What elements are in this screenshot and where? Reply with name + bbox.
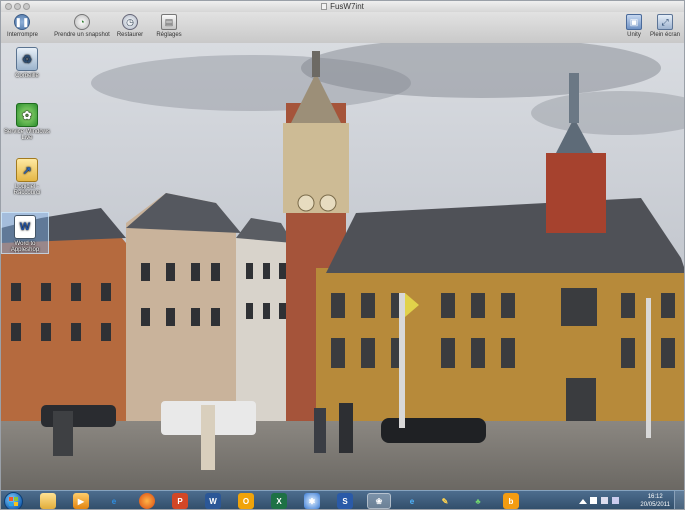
settings-icon: ▤ [161,14,177,30]
desktop-icon-shortcut[interactable]: ↗ Logiciel - Raccourci [4,158,50,196]
msn-icon[interactable]: ♣ [470,493,486,509]
show-desktop-button[interactable] [674,491,684,509]
clock[interactable]: 16:12 20/05/2011 [640,493,670,509]
restore-icon: ◷ [122,14,138,30]
vm-window: FusW7int ❚❚ Interrompre ◔ Prendre un sna… [0,0,685,510]
document-icon [321,3,328,10]
outlook-icon[interactable]: O [238,493,254,509]
interrompre-button[interactable]: ❚❚ Interrompre [7,14,38,38]
fullscreen-icon: ⤢ [657,14,673,30]
bing-icon[interactable]: b [503,493,519,509]
vm-toolbar: ❚❚ Interrompre ◔ Prendre un snapshot ◷ R… [1,12,684,44]
wallpaper-image [1,43,684,490]
restaurer-button[interactable]: ◷ Restaurer [115,14,145,38]
show-hidden-icons-icon[interactable] [579,499,587,504]
unity-icon: ▣ [626,14,642,30]
snapshot-icon: ◔ [74,14,90,30]
action-center-icon[interactable] [590,497,597,504]
taskbar: ▶ e P W O X ✱ S ❀ e ✎ ♣ b 16:12 20/05/20… [1,490,684,509]
fullscreen-button[interactable]: ⤢ Plein écran [647,14,683,38]
media-player-icon[interactable]: ▶ [73,493,89,509]
firefox-icon[interactable] [139,493,155,509]
excel-icon[interactable]: X [271,493,287,509]
snapshot-button[interactable]: ◔ Prendre un snapshot [51,14,113,38]
windows-live-messenger-icon[interactable]: ❀ [367,493,391,509]
windows-logo-icon [9,497,18,506]
desktop-icon-word-doc[interactable]: W Word to Appleshop [1,212,49,254]
onenote-icon[interactable]: S [337,493,353,509]
unity-button[interactable]: ▣ Unity [621,14,647,38]
paint-icon[interactable]: ✎ [437,493,453,509]
windows-live-icon: ✿ [16,103,38,127]
start-button[interactable] [4,492,23,509]
pause-icon: ❚❚ [14,14,30,30]
windows-live-icon[interactable]: e [404,493,420,509]
desktop[interactable]: ♻ Corbeille ✿ Service Windows Live ↗ Log… [1,43,684,490]
explorer-folder-icon[interactable] [40,493,56,509]
reglages-button[interactable]: ▤ Réglages [154,14,184,38]
recycle-bin-icon: ♻ [16,47,38,71]
desktop-icon-windows-live[interactable]: ✿ Service Windows Live [4,103,50,141]
volume-icon[interactable] [612,497,619,504]
folder-shortcut-icon: ↗ [16,158,38,182]
network-icon[interactable]: ✱ [304,493,320,509]
word-icon[interactable]: W [205,493,221,509]
desktop-icon-recycle-bin[interactable]: ♻ Corbeille [4,47,50,79]
internet-explorer-icon[interactable]: e [106,493,122,509]
word-doc-icon: W [14,215,36,239]
window-title: FusW7int [1,1,684,12]
system-tray: 16:12 20/05/2011 [574,491,684,509]
powerpoint-icon[interactable]: P [172,493,188,509]
network-status-icon[interactable] [601,497,608,504]
